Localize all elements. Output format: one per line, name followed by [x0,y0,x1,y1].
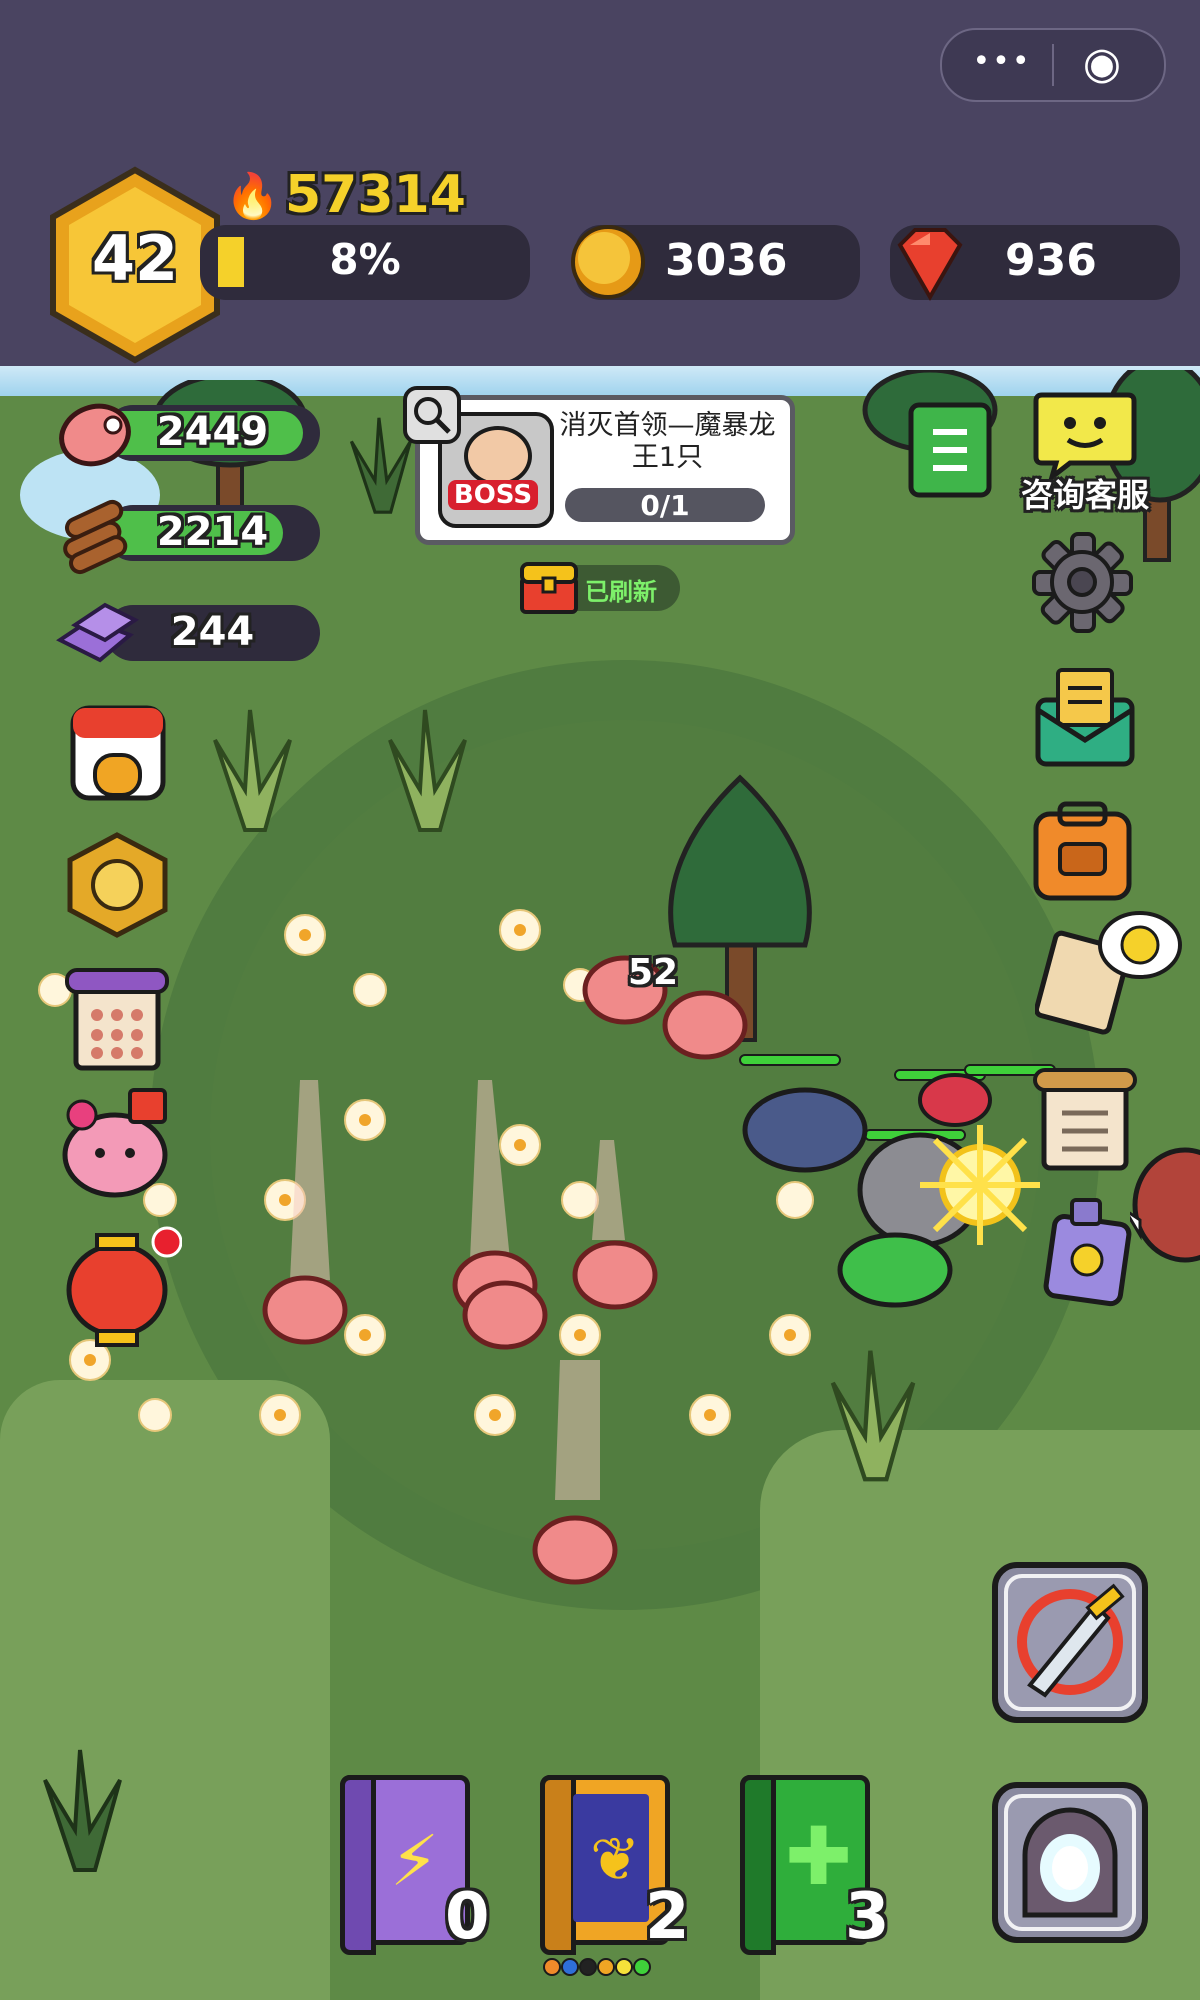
red-lantern-button[interactable] [62,1225,182,1350]
auto-battle-sword-button[interactable] [990,1560,1150,1725]
page-dots [543,1958,651,1976]
wing-icon: ❦ [590,1825,641,1895]
skull-icon [464,426,532,486]
green-book-button[interactable] [905,400,995,500]
power-value: 57314 [285,165,466,225]
chest-status-text: 已刷新 [585,578,657,606]
plant-1 [213,709,292,832]
heal-cross-icon: ✚ [785,1810,853,1903]
gold-coin-icon [571,225,645,299]
boar-enemy [1130,1147,1200,1263]
hero-squad [739,1054,1056,1308]
miniprogram-capsule: ••• ◉ [940,28,1166,102]
exp-bar: 8% [200,225,530,300]
close-target-icon[interactable]: ◉ [1072,38,1132,89]
fire-icon: 🔥 [225,171,280,222]
support-label[interactable]: 咨询客服 [1010,470,1160,516]
calendar-scroll-button[interactable] [62,965,172,1075]
damage-number: 52 [628,952,679,993]
quest-progress-text: 0/1 [640,489,690,522]
treasure-map-skull-button[interactable] [1035,905,1185,1035]
lightning-icon: ⚡ [390,1820,440,1902]
red-gem-icon [897,228,963,302]
meat-resource-value: 2449 [156,409,269,455]
boss-quest-card[interactable]: BOSS 消灭首领—魔暴龙王1只 0/1 [415,395,795,545]
plant-2 [388,709,467,832]
golden-bag-medal-button[interactable] [60,830,175,940]
lightning-book-count: 0 [445,1880,490,1954]
gold-label: 3036 [665,235,788,286]
wood-logs-icon [63,499,128,575]
meat-icon [59,403,131,467]
magnifier-icon[interactable] [402,385,462,445]
book-spine [340,1775,376,1955]
purple-crystal-icon [56,602,139,663]
book-spine [540,1775,576,1955]
quest-title: 消灭首领—魔暴龙王1只 [559,410,776,473]
quest-progress-bar: 0/1 [565,488,765,522]
treasure-chest-icon [520,562,578,614]
wood-resource-bar: 2214 [105,505,320,561]
boss-badge: BOSS [448,480,538,510]
settings-gear-button[interactable] [1030,530,1135,635]
exp-percent: 8% [329,235,401,284]
pink-slime-gift-button[interactable] [60,1085,175,1200]
capsule-divider [1052,44,1054,86]
support-smiley-icon[interactable] [1030,385,1140,480]
mail-envelope-button[interactable] [1030,660,1140,770]
level-number: 42 [91,222,179,295]
more-menu-icon[interactable]: ••• [972,44,1032,79]
quest-scroll-button[interactable] [1030,1065,1140,1175]
plant-4 [43,1749,122,1872]
wing-book-count: 2 [645,1880,690,1954]
skull-potion-button[interactable] [1040,1195,1135,1310]
gem-label: 936 [1005,235,1097,286]
heal-book-count: 3 [845,1880,890,1954]
book-spine [740,1775,776,1955]
wood-resource-value: 2214 [156,509,269,555]
portal-gate-button[interactable] [990,1780,1150,1945]
shop-button[interactable] [65,700,170,805]
meat-resource-bar: 2449 [105,405,320,461]
backpack-button[interactable] [1030,800,1135,905]
